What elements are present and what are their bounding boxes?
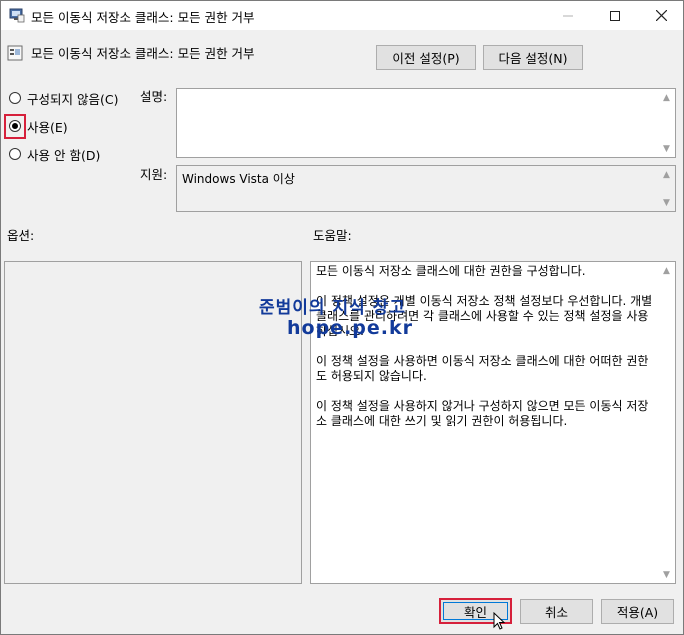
close-icon xyxy=(655,10,667,21)
help-text: 모든 이동식 저장소 클래스에 대한 권한을 구성합니다. 이 정책 설정은 개… xyxy=(316,264,655,444)
policy-setting-icon xyxy=(7,45,23,61)
help-paragraph: 이 정책 설정을 사용하면 이동식 저장소 클래스에 대한 어떠한 권한도 허용… xyxy=(316,354,649,383)
mouse-cursor-icon xyxy=(493,612,505,630)
scroll-up-icon[interactable]: ▲ xyxy=(658,89,675,106)
policy-title: 모든 이동식 저장소 클래스: 모든 권한 거부 xyxy=(31,46,255,61)
minimize-icon xyxy=(563,15,573,16)
close-button[interactable] xyxy=(638,1,683,30)
options-panel xyxy=(4,261,302,584)
cancel-button[interactable]: 취소 xyxy=(520,599,593,624)
previous-setting-button[interactable]: 이전 설정(P) xyxy=(376,45,476,70)
radio-disabled-label: 사용 안 함(D) xyxy=(27,147,101,163)
help-paragraph: 이 정책 설정을 사용하지 않거나 구성하지 않으면 모든 이동식 저장소 클래… xyxy=(316,399,649,428)
next-setting-button[interactable]: 다음 설정(N) xyxy=(483,45,583,70)
maximize-icon xyxy=(610,10,620,21)
supported-value: Windows Vista 이상 xyxy=(182,172,295,186)
comment-textarea[interactable]: ▲ ▼ xyxy=(176,88,676,158)
scroll-down-icon[interactable]: ▼ xyxy=(658,140,675,157)
options-label: 옵션: xyxy=(7,228,35,243)
scroll-up-icon[interactable]: ▲ xyxy=(658,262,675,279)
scroll-down-icon[interactable]: ▼ xyxy=(658,194,675,211)
watermark-line1: 준범이의 지식 창고 xyxy=(259,298,406,318)
scroll-up-icon[interactable]: ▲ xyxy=(658,166,675,183)
minimize-button[interactable] xyxy=(545,1,591,30)
supported-box: Windows Vista 이상 ▲ ▼ xyxy=(176,165,676,212)
radio-enabled-label: 사용(E) xyxy=(27,119,68,135)
comment-value[interactable] xyxy=(177,89,675,95)
help-label: 도움말: xyxy=(313,228,352,243)
radio-not-configured[interactable]: 구성되지 않음(C) xyxy=(9,89,118,107)
supported-label: 지원: xyxy=(140,167,168,182)
window-title: 모든 이동식 저장소 클래스: 모든 권한 거부 xyxy=(31,10,255,25)
policy-window-icon xyxy=(9,8,25,23)
comment-label: 설명: xyxy=(140,89,168,104)
help-paragraph: 모든 이동식 저장소 클래스에 대한 권한을 구성합니다. xyxy=(316,264,586,278)
maximize-button[interactable] xyxy=(592,1,638,30)
enabled-highlight-box xyxy=(4,114,26,139)
radio-disabled[interactable]: 사용 안 함(D) xyxy=(9,145,100,163)
title-bar: 모든 이동식 저장소 클래스: 모든 권한 거부 xyxy=(1,1,683,30)
apply-button[interactable]: 적용(A) xyxy=(601,599,674,624)
radio-not-configured-circle[interactable] xyxy=(9,92,21,104)
policy-setting-window: 모든 이동식 저장소 클래스: 모든 권한 거부 모든 이동식 저장소 클래스:… xyxy=(0,0,684,635)
watermark-line2: hope.pe.kr xyxy=(287,317,413,339)
scroll-down-icon[interactable]: ▼ xyxy=(658,566,675,583)
help-scrollbar[interactable]: ▲ ▼ xyxy=(658,262,675,583)
supported-scrollbar[interactable]: ▲ ▼ xyxy=(658,166,675,211)
radio-not-configured-label: 구성되지 않음(C) xyxy=(27,91,119,107)
radio-disabled-circle[interactable] xyxy=(9,148,21,160)
comment-scrollbar[interactable]: ▲ ▼ xyxy=(658,89,675,157)
